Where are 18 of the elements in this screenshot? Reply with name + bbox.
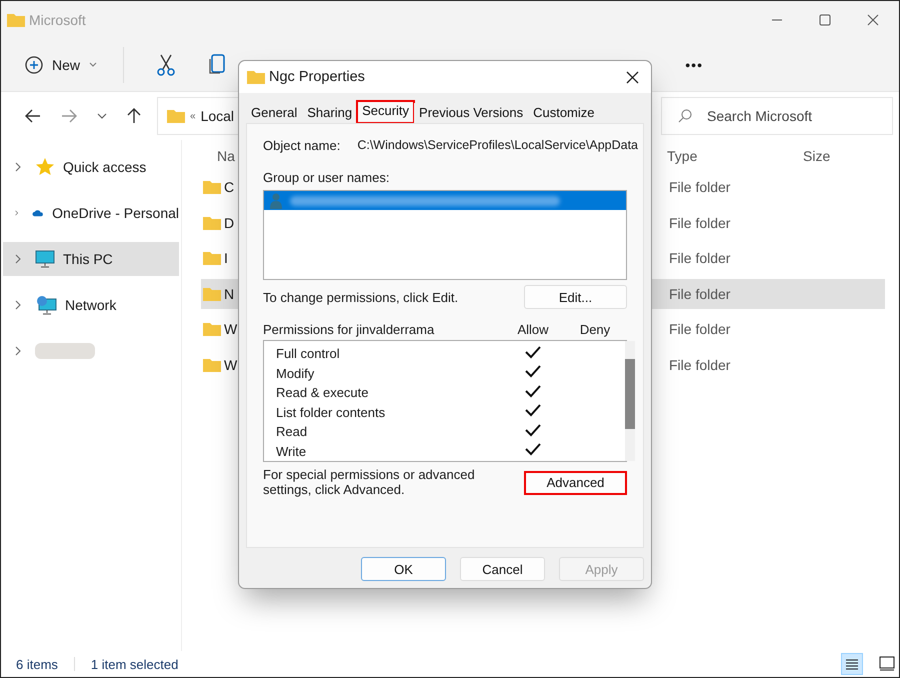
permissions-label: Permissions for jinvalderrama <box>263 322 436 338</box>
deny-header: Deny <box>578 322 612 338</box>
item-count: 6 items <box>16 656 58 672</box>
object-name-value: C:\Windows\ServiceProfiles\LocalService\AppData <box>357 138 638 153</box>
permission-name: Write <box>275 444 308 459</box>
group-label: Group or user names: <box>263 170 390 185</box>
permission-name: Read <box>275 424 308 440</box>
window-title: Microsoft <box>29 12 86 28</box>
dialog-title: Ngc Properties <box>269 69 365 85</box>
advanced-text: For special permissions or advanced settings, click Advanced. <box>263 468 476 498</box>
object-name-label: Object name: <box>263 138 340 153</box>
permission-name: Modify <box>275 366 316 381</box>
permission-name: Full control <box>275 346 341 362</box>
permission-name: Read & execute <box>275 385 370 400</box>
change-permissions-text: To change permissions, click Edit. <box>263 290 458 304</box>
permission-name: List folder contents <box>275 404 386 420</box>
allow-header: Allow <box>516 322 550 338</box>
selection-count: 1 item selected <box>90 656 178 672</box>
